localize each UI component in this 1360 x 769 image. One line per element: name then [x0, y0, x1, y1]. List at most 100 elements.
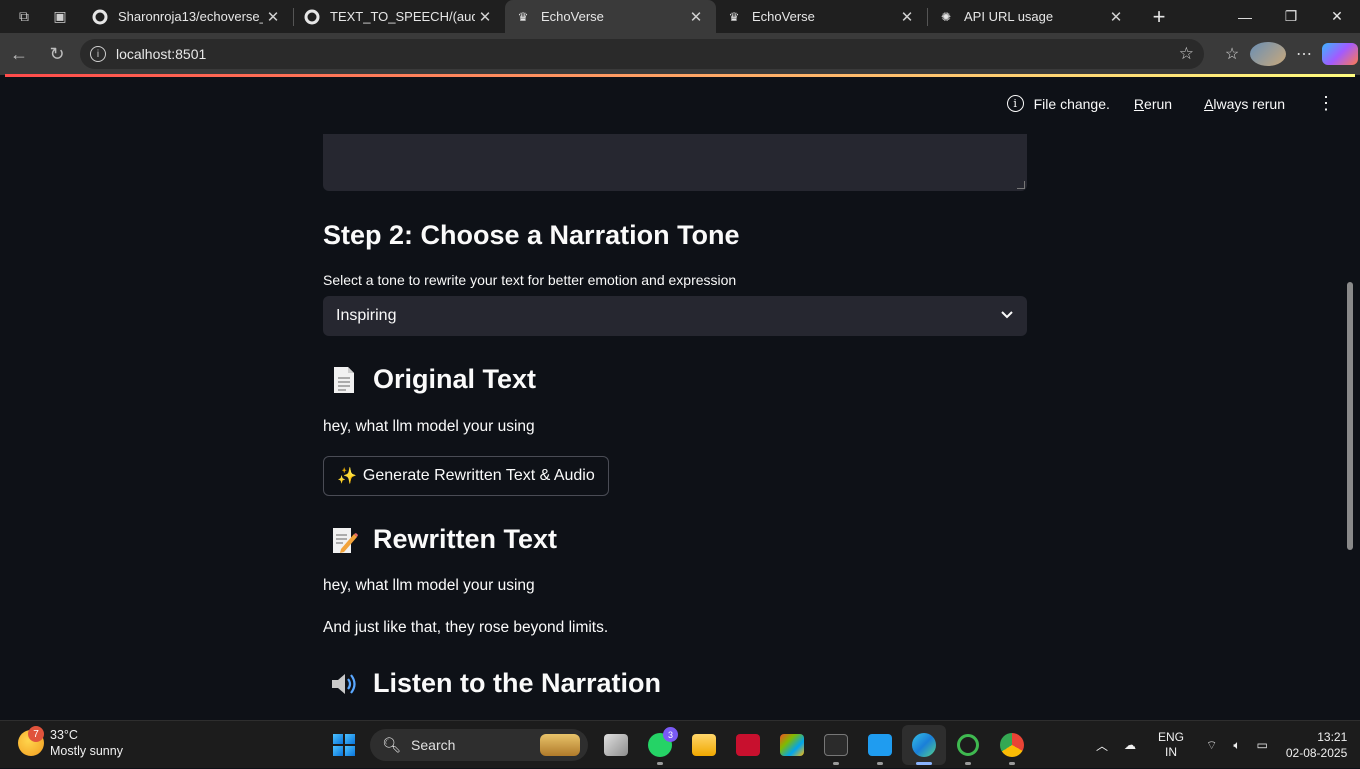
copilot-icon[interactable] [1322, 43, 1358, 65]
chevron-up-icon[interactable]: ︿ [1096, 737, 1108, 754]
tab-github-echoverse[interactable]: Sharonroja13/echoverse_ha ✕ [82, 0, 293, 33]
main-menu-icon[interactable]: ⋮ [1317, 93, 1335, 114]
text-input-area[interactable] [323, 134, 1027, 191]
original-heading-text: Original Text [373, 364, 537, 394]
rewritten-line-1: hey, what llm model your using [323, 577, 535, 594]
close-icon[interactable]: ✕ [475, 8, 495, 26]
github-icon [304, 9, 320, 25]
rerun-button[interactable]: Rerun [1134, 96, 1172, 112]
taskbar-search[interactable]: 🔍︎ Search [370, 729, 588, 761]
terminal-icon[interactable] [814, 725, 858, 765]
whatsapp-badge: 3 [663, 727, 678, 742]
file-change-message: File change. [1033, 95, 1110, 112]
streamlit-app: i File change. Rerun Always rerun ⋮ Step… [5, 77, 1355, 718]
search-highlight-image [540, 734, 580, 756]
taskbar: 7 33°C Mostly sunny 🔍︎ Search 3 ︿ ☁ ENG … [0, 720, 1360, 768]
browser-toolbar: ← ↻ i localhost:8501 ☆ ☆ ⋯ [0, 33, 1360, 75]
page-facing-up-icon [329, 365, 359, 395]
search-label: Search [411, 737, 456, 753]
taskbar-apps: 🔍︎ Search 3 [322, 725, 1034, 765]
back-icon[interactable]: ← [2, 37, 36, 71]
chevron-down-icon [1001, 308, 1013, 322]
tab-title: EchoVerse [541, 9, 604, 24]
info-icon: i [1006, 95, 1024, 112]
weather-widget[interactable]: 7 33°C Mostly sunny [18, 726, 123, 759]
url-text: localhost:8501 [116, 46, 207, 62]
vscode-icon[interactable] [858, 725, 902, 765]
language-indicator[interactable]: ENG IN [1158, 730, 1184, 760]
scrollbar-thumb[interactable] [1347, 282, 1353, 550]
new-tab-button[interactable]: + [1144, 4, 1174, 30]
listen-heading: Listen to the Narration [323, 668, 661, 699]
weather-description: Mostly sunny [50, 744, 123, 758]
lang-region: IN [1165, 745, 1178, 759]
openai-icon: ✺ [940, 9, 952, 24]
more-menu-icon[interactable]: ⋯ [1286, 44, 1322, 64]
chrome-icon[interactable] [990, 725, 1034, 765]
tab-title: TEXT_TO_SPEECH/(audiobo [330, 9, 475, 24]
github-icon [92, 9, 108, 25]
profile-avatar[interactable] [1250, 42, 1286, 66]
close-icon[interactable]: ✕ [1106, 8, 1126, 26]
site-info-icon[interactable]: i [90, 46, 106, 62]
tab-actions-icon[interactable]: ▣ [48, 5, 72, 29]
close-icon[interactable]: ✕ [686, 8, 706, 26]
whatsapp-icon[interactable]: 3 [638, 725, 682, 765]
tab-github-tts[interactable]: TEXT_TO_SPEECH/(audiobo ✕ [294, 0, 505, 33]
tone-selected-value: Inspiring [336, 307, 397, 324]
volume-icon[interactable]: 🔈︎ [1233, 738, 1240, 753]
sparkles-icon: ✨ [337, 468, 357, 485]
windows-logo-icon [333, 734, 355, 756]
mcafee-icon[interactable] [726, 725, 770, 765]
workspaces-icon[interactable]: ⧉ [12, 5, 36, 29]
rewritten-text-heading: Rewritten Text [323, 524, 557, 555]
listen-heading-text: Listen to the Narration [373, 668, 662, 698]
loading-app-icon[interactable] [946, 725, 990, 765]
edge-icon[interactable] [902, 725, 946, 765]
clock[interactable]: 13:21 02-08-2025 [1286, 729, 1347, 761]
battery-icon[interactable]: ▭ [1257, 738, 1268, 752]
crown-icon: ♛ [728, 9, 740, 24]
tab-echoverse-active[interactable]: ♛ EchoVerse ✕ [505, 0, 716, 33]
tab-echoverse[interactable]: ♛ EchoVerse ✕ [716, 0, 927, 33]
close-window-icon[interactable]: ✕ [1314, 0, 1360, 33]
weather-temperature: 33°C [50, 728, 78, 742]
tab-title: Sharonroja13/echoverse_ha [118, 9, 263, 24]
favorite-star-icon[interactable]: ☆ [1179, 44, 1194, 64]
search-icon: 🔍︎ [382, 737, 402, 754]
clock-date: 02-08-2025 [1285, 746, 1348, 760]
close-icon[interactable]: ✕ [897, 8, 917, 26]
sun-icon: 7 [18, 726, 44, 756]
wifi-icon[interactable]: ⌔ [1206, 738, 1217, 753]
weather-badge: 7 [28, 726, 44, 742]
original-text: hey, what llm model your using [323, 418, 535, 435]
resize-handle[interactable] [1017, 181, 1025, 189]
address-bar[interactable]: i localhost:8501 ☆ [80, 39, 1204, 69]
step2-heading: Step 2: Choose a Narration Tone [323, 220, 740, 250]
browser-tab-bar: ⧉ ▣ Sharonroja13/echoverse_ha ✕ TEXT_TO_… [0, 0, 1360, 33]
generate-button-label: Generate Rewritten Text & Audio [362, 467, 595, 484]
speaker-icon [329, 669, 359, 699]
crown-icon: ♛ [517, 9, 529, 24]
restore-icon[interactable]: ❐ [1268, 0, 1314, 33]
generate-button[interactable]: ✨ Generate Rewritten Text & Audio [323, 456, 609, 496]
always-rerun-button[interactable]: Always rerun [1204, 96, 1285, 112]
scrollbar[interactable] [1347, 77, 1353, 718]
tab-title: EchoVerse [752, 9, 815, 24]
memo-icon [329, 525, 359, 555]
refresh-icon[interactable]: ↻ [40, 37, 74, 71]
lang-code: ENG [1158, 730, 1185, 744]
original-text-heading: Original Text [323, 364, 536, 395]
tone-select[interactable]: Inspiring [323, 296, 1027, 336]
microsoft-store-icon[interactable] [770, 725, 814, 765]
task-view-icon[interactable] [594, 725, 638, 765]
minimize-icon[interactable]: — [1222, 0, 1268, 33]
file-explorer-icon[interactable] [682, 725, 726, 765]
system-tray: ︿ ☁ ENG IN ⌔ 🔈︎ ▭ 13:21 02-08-2025 [1088, 721, 1347, 769]
start-button[interactable] [322, 725, 366, 765]
favorites-icon[interactable]: ☆ [1214, 44, 1250, 64]
tab-title: API URL usage [964, 9, 1054, 24]
close-icon[interactable]: ✕ [263, 8, 283, 26]
tab-api-url-usage[interactable]: ✺ API URL usage ✕ [928, 0, 1136, 33]
onedrive-cloud-icon[interactable]: ☁ [1124, 738, 1136, 752]
